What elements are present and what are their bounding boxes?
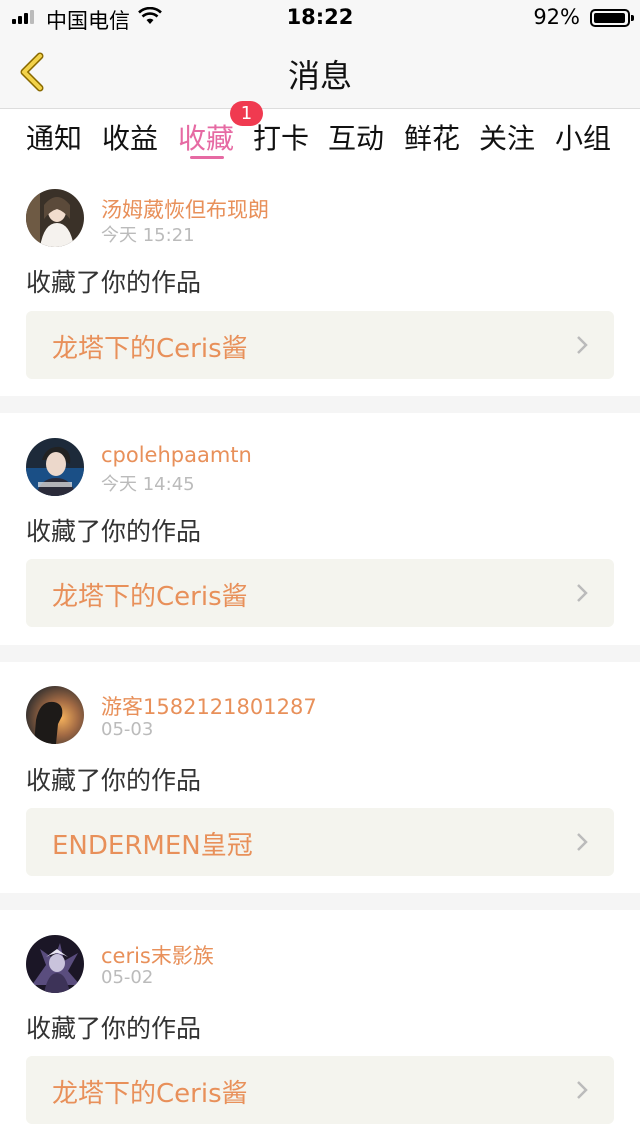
avatar-anime-character-icon[interactable] [26,935,84,993]
status-bar: 中国电信 18:22 92% [0,0,640,34]
work-title: ENDERMEN皇冠 [52,831,253,861]
message-card: ceris末影族 05-02 收藏了你的作品 龙塔下的Ceris酱 [0,910,640,1139]
username[interactable]: cpolehpaamtn [101,443,252,467]
timestamp: 今天 14:45 [101,474,195,495]
battery-percent: 92% [533,5,580,29]
avatar-portrait-girl-icon[interactable] [26,189,84,247]
timestamp: 今天 15:21 [101,225,195,246]
message-card: cpolehpaamtn 今天 14:45 收藏了你的作品 龙塔下的Ceris酱 [0,413,640,645]
work-title: 龙塔下的Ceris酱 [52,582,248,612]
action-text: 收藏了你的作品 [26,517,202,546]
action-text: 收藏了你的作品 [26,268,202,297]
tab-notifications[interactable]: 通知 [26,117,82,157]
action-text: 收藏了你的作品 [26,1014,202,1043]
nav-bar: 消息 [0,34,640,109]
chevron-right-icon [577,833,588,851]
tab-interactions[interactable]: 互动 [328,117,384,157]
chevron-right-icon [577,336,588,354]
unread-badge: 1 [230,101,263,126]
work-link[interactable]: 龙塔下的Ceris酱 [26,559,614,627]
tab-checkin[interactable]: 打卡 [253,117,309,157]
action-text: 收藏了你的作品 [26,766,202,795]
tab-groups[interactable]: 小组 [555,117,611,157]
timestamp: 05-03 [101,719,154,740]
username[interactable]: ceris末影族 [101,940,214,970]
chevron-right-icon [577,1081,588,1099]
battery-icon [590,9,634,27]
tab-flowers[interactable]: 鲜花 [404,117,460,157]
username[interactable]: 游客1582121801287 [101,691,317,721]
timestamp: 05-02 [101,967,154,988]
message-card: 汤姆葳恢但布现朗 今天 15:21 收藏了你的作品 龙塔下的Ceris酱 [0,169,640,396]
work-link[interactable]: 龙塔下的Ceris酱 [26,1056,614,1124]
tab-favorites[interactable]: 收藏 [178,117,234,157]
active-tab-indicator [190,156,224,159]
username[interactable]: 汤姆葳恢但布现朗 [101,194,269,224]
message-card: 游客1582121801287 05-03 收藏了你的作品 ENDERMEN皇冠 [0,662,640,893]
work-title: 龙塔下的Ceris酱 [52,1079,248,1109]
work-link[interactable]: 龙塔下的Ceris酱 [26,311,614,379]
tab-bar: 通知 收益 收藏 打卡 互动 鲜花 关注 小组 [0,109,640,169]
work-link[interactable]: ENDERMEN皇冠 [26,808,614,876]
chevron-right-icon [577,584,588,602]
tab-follows[interactable]: 关注 [479,117,535,157]
tab-earnings[interactable]: 收益 [102,117,158,157]
avatar-portrait-boy-icon[interactable] [26,438,84,496]
work-title: 龙塔下的Ceris酱 [52,334,248,364]
page-title: 消息 [287,57,352,95]
avatar-silhouette-sunset-icon[interactable] [26,686,84,744]
